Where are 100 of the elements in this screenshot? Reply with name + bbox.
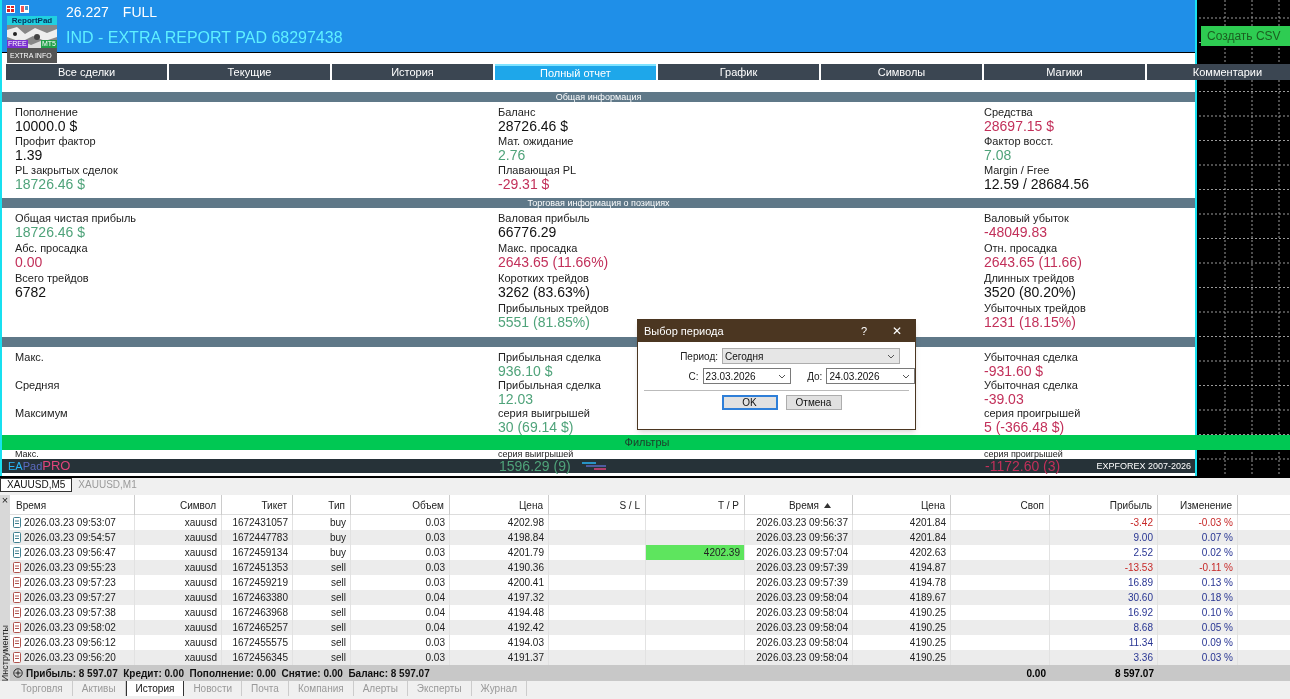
stat-label: Убыточных трейдов bbox=[984, 302, 1086, 315]
stat-value: 0.00 bbox=[15, 255, 43, 270]
stat-label: Margin / Free bbox=[984, 164, 1050, 177]
chevron-down-icon bbox=[887, 353, 895, 359]
tab[interactable]: Магики bbox=[984, 64, 1145, 80]
stat-label: Убыточная сделка bbox=[984, 351, 1078, 364]
date-field[interactable]: 23.03.2026 bbox=[702, 368, 792, 384]
close-button[interactable]: × bbox=[1, 495, 9, 505]
stat-label: Прибыльная сделка bbox=[498, 351, 601, 364]
field-label: До: bbox=[806, 369, 824, 384]
stat-value: 10000.0 $ bbox=[15, 119, 78, 134]
chevron-down-icon bbox=[778, 373, 787, 379]
stat-label: Средняя bbox=[15, 379, 60, 392]
chevron-down-icon bbox=[902, 373, 910, 379]
stat-value: 2643.65 (11.66) bbox=[984, 255, 1082, 270]
dialog-button[interactable]: OK bbox=[721, 395, 778, 410]
stat-label: Макс. bbox=[15, 450, 39, 459]
tab[interactable]: История bbox=[332, 64, 493, 80]
bottom-tab[interactable]: История bbox=[125, 681, 185, 696]
stat-label: Баланс bbox=[498, 106, 536, 119]
stat-value: 2.76 bbox=[498, 148, 526, 163]
stat-value: 6782 bbox=[15, 285, 47, 300]
stat-value: 12.03 bbox=[498, 392, 534, 407]
section-title: Торговая информация о позициях bbox=[527, 198, 670, 208]
document-icon bbox=[13, 562, 21, 573]
stat-value: 1.39 bbox=[15, 148, 43, 163]
document-icon bbox=[13, 532, 21, 543]
edition-label: FULL bbox=[122, 4, 158, 20]
help-button[interactable]: ? bbox=[849, 322, 879, 340]
stat-value: 3520 (80.20%) bbox=[984, 285, 1076, 300]
tab[interactable]: Все сделки bbox=[6, 64, 167, 80]
stat-label: Мат. ожидание bbox=[498, 135, 574, 148]
section-title: Общая информация bbox=[555, 92, 642, 102]
stat-label: Плавающая PL bbox=[498, 164, 577, 177]
field-label: Период: bbox=[679, 349, 719, 364]
tab[interactable]: Текущие bbox=[169, 64, 330, 80]
stat-label: Убыточная сделка bbox=[984, 379, 1078, 392]
stat-label: серия выигрышей bbox=[498, 407, 590, 420]
stat-value: 28697.15 $ bbox=[984, 119, 1055, 134]
tools-panel-label: Инструменты bbox=[0, 624, 10, 681]
table-cell-text: 2026.03.23 09:56:20 bbox=[24, 651, 116, 665]
dialog-title: Выбор периода bbox=[644, 323, 725, 339]
stat-label: Валовый убыток bbox=[984, 212, 1069, 225]
field-label: С: bbox=[687, 369, 700, 384]
stat-label: Абс. просадка bbox=[15, 242, 88, 255]
table-cell-text: 2026.03.23 09:57:38 bbox=[24, 606, 116, 620]
chart-tab[interactable]: XAUUSD,M5 bbox=[0, 478, 73, 492]
table-cell-text: 2026.03.23 09:53:07 bbox=[24, 516, 116, 530]
stat-label: серия выигрышей bbox=[498, 450, 574, 459]
stat-label: Пополнение bbox=[15, 106, 78, 119]
table-cell-text: 2026.03.23 09:56:47 bbox=[24, 546, 116, 560]
stat-label: PL закрытых сделок bbox=[15, 164, 118, 177]
stat-value: 12.59 / 28684.56 bbox=[984, 177, 1090, 192]
tab[interactable]: Символы bbox=[821, 64, 982, 80]
stat-value: -29.31 $ bbox=[498, 177, 550, 192]
filter-bar[interactable]: Фильтры bbox=[2, 435, 1290, 450]
stat-value: -1172.60 (3) bbox=[985, 459, 1061, 473]
stat-value: 7.08 bbox=[984, 148, 1012, 163]
document-icon bbox=[13, 652, 21, 663]
table-cell-text: 2026.03.23 09:55:23 bbox=[24, 561, 116, 575]
table-cell-text: 2026.03.23 09:58:02 bbox=[24, 621, 116, 635]
stat-label: Прибыльных трейдов bbox=[498, 302, 609, 315]
stat-value: 18726.46 $ bbox=[15, 225, 86, 240]
document-icon bbox=[13, 592, 21, 603]
dialog-button[interactable]: Отмена bbox=[785, 395, 842, 410]
close-button[interactable]: ✕ bbox=[879, 322, 915, 340]
chart-icon bbox=[20, 5, 29, 13]
stat-label: Отн. просадка bbox=[984, 242, 1058, 255]
logo-text: ReportPad bbox=[7, 16, 57, 25]
version-label: 26.227 bbox=[66, 4, 109, 20]
stat-label: Общая чистая прибыль bbox=[15, 212, 137, 225]
table-cell-text: 2026.03.23 09:57:23 bbox=[24, 576, 116, 590]
table-icon bbox=[6, 5, 15, 13]
take-profit-cell: 4202.39 bbox=[646, 545, 745, 560]
stat-value: 1596.29 (9) bbox=[499, 459, 571, 473]
period-dropdown[interactable]: Сегодня bbox=[722, 348, 900, 364]
stat-value: 30 (69.14 $) bbox=[498, 420, 574, 435]
stat-value: 936.10 $ bbox=[498, 364, 553, 379]
stat-label: серия проигрышей bbox=[984, 407, 1081, 420]
stat-value: 1231 (18.15%) bbox=[984, 315, 1076, 330]
stat-label: Фактор восст. bbox=[984, 135, 1054, 148]
tab[interactable]: График bbox=[658, 64, 819, 80]
stat-value: 5551 (81.85%) bbox=[498, 315, 590, 330]
date-field[interactable]: 24.03.2026 bbox=[826, 368, 915, 384]
stat-label: серия проигрышей bbox=[984, 450, 1063, 459]
window-title: IND - EXTRA REPORT PAD 68297438 bbox=[66, 29, 343, 47]
stat-label: Всего трейдов bbox=[15, 272, 89, 285]
copyright-label: EXPFOREX 2007-2026 bbox=[1096, 460, 1191, 473]
stat-label: Макс. bbox=[15, 351, 44, 364]
tab[interactable]: Комментарии bbox=[1147, 64, 1290, 80]
summary-text: Прибыль: 8 597.07 Кредит: 0.00 Пополнение: 0.00 Снятие: 0.00 Баланс: 8 597.07 bbox=[26, 666, 430, 681]
stat-value: 66776.29 bbox=[498, 225, 557, 240]
stat-value: -931.60 $ bbox=[984, 364, 1044, 379]
table-cell-text: 2026.03.23 09:57:27 bbox=[24, 591, 116, 605]
expand-icon bbox=[13, 668, 23, 678]
stat-label: Прибыльная сделка bbox=[498, 379, 601, 392]
create-csv-button[interactable]: Создать CSV bbox=[1201, 26, 1290, 46]
table-cell-text: 2026.03.23 09:56:12 bbox=[24, 636, 116, 650]
table-cell-text: 2026.03.23 09:54:57 bbox=[24, 531, 116, 545]
brand-logo: EAPadPRO bbox=[8, 459, 71, 473]
